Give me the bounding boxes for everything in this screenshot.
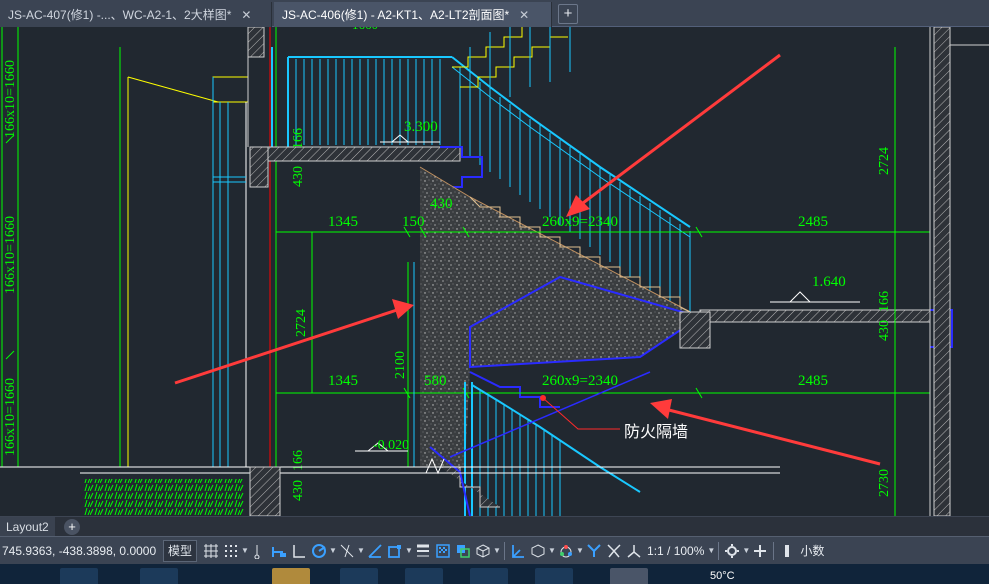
chevron-down-icon[interactable]: ▼ (357, 546, 365, 555)
grid-icon[interactable] (201, 541, 221, 561)
chevron-down-icon[interactable]: ▼ (707, 546, 715, 555)
dim-1345-lower: 1345 (328, 373, 358, 389)
polar-tracking-icon[interactable] (309, 541, 329, 561)
annotation-fire-wall: 防火隔墙 (624, 422, 688, 441)
mid-landing-slab: 1.640 430 166 (679, 274, 953, 349)
chevron-down-icon[interactable]: ▼ (493, 546, 501, 555)
dim-2100: 2100 (393, 351, 408, 379)
dim-260x9-lower: 260x9=2340 (542, 373, 618, 389)
auto-scale-icon[interactable] (604, 541, 624, 561)
gear-icon[interactable] (722, 541, 742, 561)
left-dimension-column: 166x10=1660 166x10=1660 166x10=1660 (1, 27, 19, 467)
dim-1345-upper: 1345 (328, 214, 358, 230)
object-snap-tracking-icon[interactable] (365, 541, 385, 561)
separator (718, 541, 720, 560)
close-icon[interactable]: ✕ (517, 8, 531, 22)
taskbar-app-icon[interactable] (140, 568, 178, 584)
plus-icon[interactable] (750, 541, 770, 561)
status-bar: 745.9363, -438.3898, 0.0000 模型 ▼ ▼ ▼ ▼ ▼… (0, 536, 989, 564)
dim-2724-left: 2724 (294, 309, 309, 337)
chevron-down-icon[interactable]: ▼ (329, 546, 337, 555)
dim-580: 580 (424, 373, 447, 389)
taskbar-app-icon[interactable] (470, 568, 508, 584)
elevation-3300: 3.300 (404, 119, 438, 135)
taskbar-app-icon[interactable] (405, 568, 443, 584)
dim-430-upper: 430 (291, 166, 306, 187)
ortho-icon[interactable] (289, 541, 309, 561)
left-door-frame (119, 27, 406, 467)
drawing-canvas[interactable]: 166x10=1660 166x10=1660 166x10=1660 3.30… (0, 27, 989, 516)
chevron-down-icon[interactable]: ▼ (548, 546, 556, 555)
annotation-scale-icon[interactable] (624, 541, 644, 561)
dim-2485-upper: 2485 (798, 214, 828, 230)
units-icon[interactable] (777, 541, 797, 561)
lineweight-icon[interactable] (413, 541, 433, 561)
tab-drawing-406[interactable]: JS-AC-406(修1) - A2-KT1、A2-LT2剖面图* ✕ (274, 2, 552, 27)
windows-taskbar: 50°C (0, 564, 989, 584)
dim-430-mid: 430 (877, 320, 892, 341)
3d-object-snap-icon[interactable] (473, 541, 493, 561)
dim-260x9-upper: 260x9=2340 (542, 214, 618, 230)
taskbar-app-icon[interactable] (535, 568, 573, 584)
dim-2730: 2730 (877, 469, 892, 497)
gizmo-icon[interactable] (556, 541, 576, 561)
elevation-minus-0020: -0.020 (373, 438, 409, 453)
dim-430-lower: 430 (291, 480, 306, 501)
weather-temperature: 50°C (710, 570, 735, 582)
model-space-button[interactable]: 模型 (163, 539, 198, 562)
tab-drawing-407[interactable]: JS-AC-407(修1) -...、WC-A2-1、2大样图* ✕ (0, 2, 272, 27)
dim-150: 150 (402, 214, 425, 230)
layout-tab-bar: Layout2 + (0, 516, 989, 537)
dim-166x10-b: 166x10=1660 (3, 216, 18, 294)
chevron-down-icon[interactable]: ▼ (405, 546, 413, 555)
separator (773, 541, 775, 560)
lower-flight: 430 166 (291, 371, 651, 516)
chevron-down-icon[interactable]: ▼ (576, 546, 584, 555)
dim-1660-top: 1660 (352, 27, 378, 32)
ground-line: -0.020 (0, 438, 780, 516)
dynamic-ucs-icon[interactable] (508, 541, 528, 561)
close-icon[interactable]: ✕ (239, 8, 253, 22)
selection-filter-icon[interactable] (528, 541, 548, 561)
units-label[interactable]: 小数 (797, 542, 827, 559)
taskbar-app-icon[interactable] (610, 568, 648, 584)
taskbar-app-icon[interactable] (60, 568, 98, 584)
transparency-icon[interactable] (433, 541, 453, 561)
selection-cycling-icon[interactable] (453, 541, 473, 561)
dim-166x10-c: 166x10=1660 (3, 378, 18, 456)
upper-landing-slab: 3.300 430 166 (247, 27, 483, 188)
dynamic-input-icon[interactable] (269, 541, 289, 561)
chevron-down-icon[interactable]: ▼ (742, 546, 750, 555)
separator (504, 541, 506, 560)
dim-430-top: 430 (430, 196, 453, 212)
tab-label: JS-AC-406(修1) - A2-KT1、A2-LT2剖面图* (282, 8, 510, 22)
coordinate-readout: 745.9363, -438.3898, 0.0000 (2, 543, 157, 558)
dim-2724-right: 2724 (877, 147, 892, 175)
infer-constraints-icon[interactable] (249, 541, 269, 561)
viewport-scale[interactable]: 1:1 / 100% (644, 544, 707, 558)
autocad-window: JS-AC-407(修1) -...、WC-A2-1、2大样图* ✕ JS-AC… (0, 0, 989, 584)
chevron-down-icon[interactable]: ▼ (241, 546, 249, 555)
elevation-1640: 1.640 (812, 274, 846, 290)
add-layout-plus-icon[interactable]: + (64, 519, 80, 535)
new-tab-plus-icon[interactable]: + (558, 4, 578, 24)
dim-166-upper: 166 (291, 128, 306, 149)
dim-166-lower: 166 (291, 450, 306, 471)
layout-tab[interactable]: Layout2 (0, 517, 55, 537)
dim-166-mid: 166 (877, 291, 892, 312)
tab-label: JS-AC-407(修1) -...、WC-A2-1、2大样图* (8, 8, 232, 22)
document-tab-bar: JS-AC-407(修1) -...、WC-A2-1、2大样图* ✕ JS-AC… (0, 0, 989, 27)
object-snap-icon[interactable] (385, 541, 405, 561)
taskbar-app-icon[interactable] (340, 568, 378, 584)
stair-section-drawing: 166x10=1660 166x10=1660 166x10=1660 3.30… (0, 27, 989, 516)
isodraft-icon[interactable] (337, 541, 357, 561)
snap-grid-icon[interactable] (221, 541, 241, 561)
taskbar-app-icon[interactable] (272, 568, 310, 584)
dim-166x10-a: 166x10=1660 (3, 60, 18, 138)
dim-2485-lower: 2485 (798, 373, 828, 389)
annotation-visibility-icon[interactable] (584, 541, 604, 561)
